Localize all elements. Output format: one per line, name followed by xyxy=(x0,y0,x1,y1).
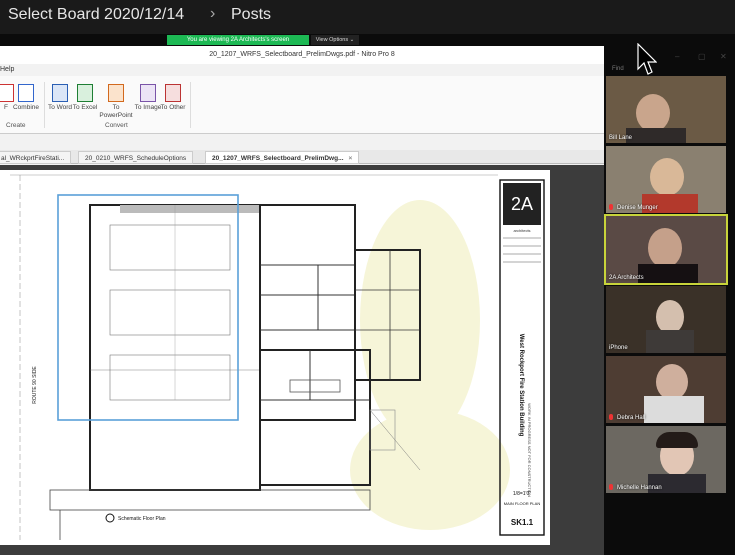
sheet-number: SK1.1 xyxy=(511,518,534,527)
maximize-icon[interactable]: ▢ xyxy=(698,52,706,61)
close-window-icon[interactable]: ✕ xyxy=(720,52,727,61)
plan-title: Schematic Floor Plan xyxy=(118,516,166,522)
meeting-topbar: Select Board 2020/12/14 › Posts xyxy=(0,0,735,34)
ribbon: F Combine To Word To Excel To PowerPoint… xyxy=(0,76,604,134)
screen-share-banner: You are viewing 2A Architects's screen xyxy=(167,35,309,45)
excel-icon xyxy=(77,84,93,102)
combine-icon xyxy=(18,84,34,102)
participant-name: Denise Munger xyxy=(617,205,658,211)
road-label: ROUTE 90 SIDE xyxy=(32,366,38,404)
convert-group-label: Convert xyxy=(105,122,128,129)
participant-name: 2A Architects xyxy=(609,275,644,281)
progress-stamp: WORK IN PROGRESS NOT FOR CONSTRUCTION xyxy=(527,403,532,497)
tab-wrockport-fire-station[interactable]: al_WRckprtFireStati... xyxy=(0,151,72,164)
combine-button[interactable]: Combine xyxy=(12,84,40,112)
muted-mic-icon xyxy=(609,484,613,490)
other-icon xyxy=(165,84,181,102)
scale-label: 1/8=1'0" xyxy=(513,491,531,497)
to-powerpoint-button[interactable]: To PowerPoint xyxy=(96,84,136,120)
project-name: West Rockport Fire Station Building xyxy=(518,334,524,437)
window-title: 20_1207_WRFS_Selectboard_PrelimDwgs.pdf … xyxy=(0,46,604,64)
selection-box[interactable] xyxy=(57,194,239,421)
tab-schedule-options[interactable]: 20_0210_WRFS_ScheduleOptions xyxy=(78,151,194,164)
minimize-icon[interactable]: – xyxy=(675,52,679,61)
document-tabs: al_WRckprtFireStati... 20_0210_WRFS_Sche… xyxy=(0,150,604,164)
nitro-pro-window: 20_1207_WRFS_Selectboard_PrelimDwgs.pdf … xyxy=(0,46,604,555)
create-group-label: Create xyxy=(6,122,26,129)
firm-sub: architects xyxy=(513,228,530,233)
participant-tile[interactable]: Denise Munger xyxy=(606,146,726,213)
participant-tile[interactable]: iPhone xyxy=(606,286,726,353)
ribbon-divider xyxy=(190,82,191,128)
participant-name: iPhone xyxy=(609,345,628,351)
participant-name: Debra Hall xyxy=(617,415,646,421)
muted-mic-icon xyxy=(609,204,613,210)
sheet-title: MAIN FLOOR PLAN xyxy=(504,501,541,506)
find-field[interactable]: Find xyxy=(612,66,624,72)
participant-name: Bill Lane xyxy=(609,135,633,141)
chevron-right-icon: › xyxy=(210,5,216,22)
help-menu[interactable]: Help xyxy=(0,66,14,73)
participant-tile[interactable]: 2A Architects xyxy=(604,214,728,285)
participant-tile[interactable]: Bill Lane xyxy=(606,76,726,143)
image-icon xyxy=(140,84,156,102)
muted-mic-icon xyxy=(609,414,613,420)
participant-tile[interactable]: Debra Hall xyxy=(606,356,726,423)
tab-selectboard-prelim[interactable]: 20_1207_WRFS_Selectboard_PrelimDwg... × xyxy=(205,151,360,164)
participant-face xyxy=(636,94,670,132)
pdf-page: 2A architects West Rockport Fire Station… xyxy=(0,170,550,545)
powerpoint-icon xyxy=(108,84,124,102)
participant-tile[interactable]: Michelle Hannan xyxy=(606,426,726,493)
posts-link[interactable]: Posts xyxy=(231,6,271,24)
to-excel-button[interactable]: To Excel xyxy=(71,84,99,112)
floor-plan-drawing: 2A architects West Rockport Fire Station… xyxy=(10,174,545,540)
to-word-button[interactable]: To Word xyxy=(46,84,74,112)
view-options-button[interactable]: View Options ⌄ xyxy=(311,35,359,45)
participant-name: Michelle Hannan xyxy=(617,485,662,491)
to-image-button[interactable]: To Image xyxy=(134,84,162,112)
document-viewer[interactable]: 2A architects West Rockport Fire Station… xyxy=(0,165,604,555)
ribbon-divider xyxy=(44,82,45,128)
firm-logo: 2A xyxy=(511,194,533,214)
word-icon xyxy=(52,84,68,102)
mouse-cursor-icon xyxy=(637,43,657,75)
to-other-button[interactable]: To Other xyxy=(159,84,187,112)
participant-gallery: Bill Lane Denise Munger 2A Architects iP… xyxy=(604,76,735,555)
meeting-title[interactable]: Select Board 2020/12/14 xyxy=(8,6,184,24)
close-icon[interactable]: × xyxy=(349,155,353,162)
